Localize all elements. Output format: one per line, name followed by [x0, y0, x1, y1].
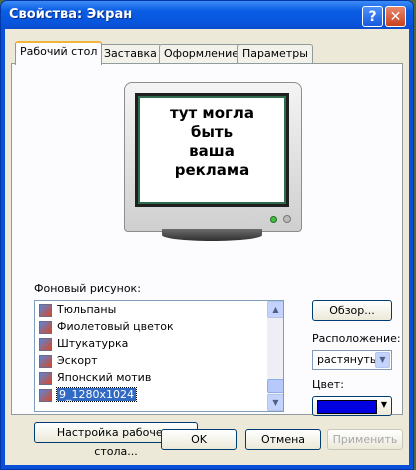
monitor-preview: тут могла быть ваша реклама	[124, 82, 302, 232]
list-item-label: Фиолетовый цветок	[57, 320, 174, 333]
chevron-down-icon[interactable]: ▼	[375, 352, 390, 368]
image-file-icon	[39, 354, 52, 368]
ok-button[interactable]: OK	[161, 429, 237, 450]
color-picker-button[interactable]: ▼	[312, 396, 392, 416]
position-value: растянуть	[317, 353, 377, 366]
dropdown-arrow-icon: ▼	[380, 400, 387, 409]
help-button[interactable]: ?	[362, 6, 383, 27]
scroll-up-icon[interactable]: ▲	[267, 301, 283, 318]
list-item-label: Японский мотив	[57, 371, 152, 384]
desktop-tab-panel: тут могла быть ваша реклама Фоновый рису…	[11, 63, 403, 458]
cancel-button[interactable]: Отмена	[245, 429, 321, 450]
image-file-icon	[39, 388, 52, 402]
title-bar[interactable]: Свойства: Экран ? ✕	[1, 1, 413, 29]
list-item-label: Штукатурка	[57, 337, 129, 350]
image-file-icon	[39, 303, 52, 317]
tab-settings[interactable]: Параметры	[237, 44, 313, 63]
window-title: Свойства: Экран	[9, 7, 133, 22]
list-scrollbar[interactable]: ▲ ▼	[267, 301, 283, 411]
list-item-label: 9_1280x1024	[56, 387, 137, 402]
monitor-stand	[162, 229, 262, 241]
display-properties-window: Свойства: Экран ? ✕ Рабочий стол Заставк…	[0, 0, 414, 470]
background-label: Фоновый рисунок:	[34, 282, 141, 295]
list-item[interactable]: Эскорт	[35, 352, 283, 369]
color-swatch	[317, 400, 377, 414]
image-file-icon	[39, 320, 52, 334]
scroll-thumb[interactable]	[267, 379, 283, 393]
position-label: Расположение:	[312, 332, 401, 345]
list-item-label: Тюльпаны	[57, 303, 117, 316]
background-list[interactable]: Тюльпаны Фиолетовый цветок Штукатурка Эс…	[34, 300, 284, 412]
apply-button[interactable]: Применить	[327, 429, 403, 450]
list-item[interactable]: Фиолетовый цветок	[35, 318, 283, 335]
tab-appearance[interactable]: Оформление	[159, 44, 244, 63]
close-button[interactable]: ✕	[385, 6, 406, 27]
power-button-icon	[283, 215, 291, 223]
scroll-down-icon[interactable]: ▼	[267, 394, 283, 411]
image-file-icon	[39, 371, 52, 385]
list-item[interactable]: Тюльпаны	[35, 301, 283, 318]
browse-button[interactable]: Обзор...	[312, 300, 392, 321]
list-item[interactable]: Штукатурка	[35, 335, 283, 352]
list-item[interactable]: Японский мотив	[35, 369, 283, 386]
dialog-client: Рабочий стол Заставка Оформление Парамет…	[5, 29, 409, 465]
image-file-icon	[39, 337, 52, 351]
list-item-label: Эскорт	[57, 354, 98, 367]
power-led-icon	[270, 216, 277, 223]
color-label: Цвет:	[312, 378, 344, 391]
position-select[interactable]: растянуть ▼	[312, 350, 392, 370]
tab-screensaver[interactable]: Заставка	[99, 44, 162, 63]
monitor-screen: тут могла быть ваша реклама	[135, 93, 289, 207]
tab-desktop[interactable]: Рабочий стол	[15, 41, 103, 65]
preview-ad-text: тут могла быть ваша реклама	[170, 104, 254, 179]
list-item-selected[interactable]: 9_1280x1024	[35, 386, 283, 403]
